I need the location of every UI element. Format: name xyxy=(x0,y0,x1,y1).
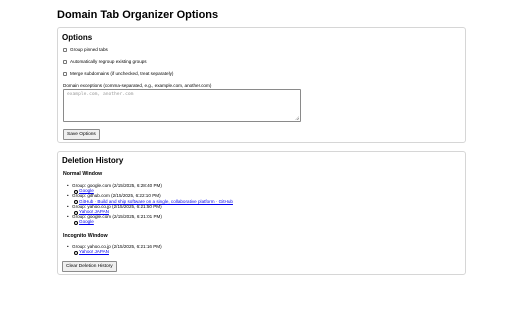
tab-link[interactable]: Google xyxy=(79,219,94,224)
normal-window-heading: Normal Window xyxy=(63,171,103,177)
merge-subdomains-label: Merge subdomains (if unchecked, treat se… xyxy=(70,71,174,76)
page-title: Domain Tab Organizer Options xyxy=(57,9,219,21)
history-group: Group: yahoo.co.jp (2/15/2025, 6:21:50 P… xyxy=(67,204,233,215)
domain-exceptions-placeholder: example.com, another.com xyxy=(67,92,134,97)
auto-regroup-checkbox[interactable] xyxy=(63,59,67,64)
auto-regroup-label: Automatically regroup existing groups xyxy=(70,59,147,64)
history-group: Group: yahoo.co.jp (2/15/2025, 6:21:16 P… xyxy=(67,244,162,255)
group-pinned-tabs-option[interactable]: Group pinned tabs xyxy=(63,47,108,52)
history-heading: Deletion History xyxy=(62,156,124,165)
group-pinned-tabs-checkbox[interactable] xyxy=(63,47,67,52)
tab-link[interactable]: Yahoo! JAPAN xyxy=(79,249,109,254)
options-heading: Options xyxy=(62,33,93,42)
deletion-history-section: Deletion History Normal Window Group: go… xyxy=(57,151,466,275)
group-tabs: Yahoo! JAPAN xyxy=(72,249,162,255)
resize-handle-icon[interactable] xyxy=(295,116,299,120)
group-tabs: Google xyxy=(72,219,233,226)
group-pinned-tabs-label: Group pinned tabs xyxy=(70,47,108,52)
tab-item: Google xyxy=(74,219,233,226)
history-group: Group: github.com (2/15/2025, 6:22:10 PM… xyxy=(67,193,233,205)
domain-exceptions-label: Domain exceptions (comma-separated, e.g.… xyxy=(63,83,212,88)
tab-item: Yahoo! JAPAN xyxy=(74,249,162,255)
auto-regroup-option[interactable]: Automatically regroup existing groups xyxy=(63,59,147,64)
options-section: Options Group pinned tabs Automatically … xyxy=(57,27,466,143)
domain-exceptions-input[interactable]: example.com, another.com xyxy=(63,89,301,122)
merge-subdomains-option[interactable]: Merge subdomains (if unchecked, treat se… xyxy=(63,71,173,76)
incognito-window-groups: Group: yahoo.co.jp (2/15/2025, 6:21:16 P… xyxy=(67,244,162,255)
history-group: Group: google.com (2/15/2025, 6:28:40 PM… xyxy=(67,183,233,194)
merge-subdomains-checkbox[interactable] xyxy=(63,71,67,76)
save-options-button[interactable]: Save Options xyxy=(63,129,100,140)
incognito-window-heading: Incognito Window xyxy=(63,233,108,239)
clear-deletion-history-button[interactable]: Clear Deletion History xyxy=(62,261,117,272)
normal-window-groups: Group: google.com (2/15/2025, 6:28:40 PM… xyxy=(67,183,233,226)
history-group: Group: google.com (2/15/2025, 6:21:01 PM… xyxy=(67,214,233,226)
